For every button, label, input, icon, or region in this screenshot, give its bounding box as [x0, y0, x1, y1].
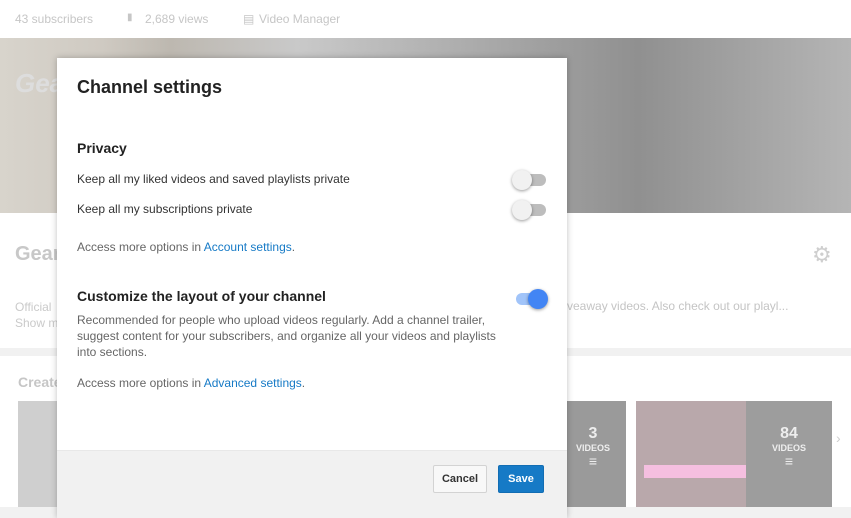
note-suffix: .	[301, 376, 306, 390]
privacy-heading: Privacy	[77, 140, 127, 156]
channel-settings-dialog: Channel settings Privacy Keep all my lik…	[57, 58, 567, 518]
playlist-icon: ≡	[784, 453, 794, 469]
video-manager-icon: ▤	[243, 12, 255, 26]
cancel-button[interactable]: Cancel	[433, 465, 487, 493]
dialog-footer: Cancel Save	[57, 450, 567, 518]
show-more-link[interactable]: Show m	[15, 315, 58, 331]
channel-description: Official Show m	[15, 299, 58, 331]
note-text: Access more options in	[77, 376, 204, 390]
liked-private-toggle[interactable]	[512, 170, 548, 190]
view-count: 2,689 views	[145, 12, 209, 26]
chevron-right-icon[interactable]: ›	[836, 430, 841, 446]
description-text: Official	[15, 300, 52, 314]
subscriber-count: 43 subscribers	[15, 12, 94, 26]
dialog-title: Channel settings	[77, 77, 223, 97]
playlist-thumbnail[interactable]	[636, 401, 746, 507]
subscriptions-private-label: Keep all my subscriptions private	[77, 202, 253, 216]
section-title: Create	[18, 374, 62, 390]
channel-description-right: veaway videos. Also check out our playl.…	[567, 299, 789, 313]
note-text: Access more options in	[77, 240, 204, 254]
videos-label: VIDEOS	[575, 443, 610, 453]
liked-private-label: Keep all my liked videos and saved playl…	[77, 172, 350, 186]
bar-chart-icon: ▮	[127, 12, 133, 23]
thumbnail-banner	[644, 465, 746, 478]
videos-label: VIDEOS	[771, 443, 806, 453]
channel-stats-bar: 43 subscribers ▮ 2,689 views ▤ Video Man…	[0, 0, 851, 38]
playlist-icon: ≡	[588, 453, 598, 469]
layout-description: Recommended for people who upload videos…	[77, 313, 496, 359]
advanced-settings-link[interactable]: Advanced settings	[204, 376, 302, 390]
account-settings-link[interactable]: Account settings	[204, 240, 292, 254]
layout-heading: Customize the layout of your channel	[77, 288, 326, 304]
customize-layout-toggle[interactable]	[512, 289, 548, 309]
channel-name: Gear	[15, 243, 61, 265]
video-count: 84	[780, 425, 798, 442]
note-suffix: .	[291, 240, 296, 254]
gear-icon[interactable]: ⚙	[812, 244, 832, 266]
advanced-settings-note: Access more options in Advanced settings…	[77, 376, 305, 390]
playlist-tile[interactable]: 3 VIDEOS ≡	[560, 401, 626, 507]
account-settings-note: Access more options in Account settings.	[77, 240, 295, 254]
playlist-tile[interactable]: 84 VIDEOS ≡	[746, 401, 832, 507]
subscriptions-private-toggle[interactable]	[512, 200, 548, 220]
video-manager-link[interactable]: Video Manager	[259, 12, 340, 26]
video-count: 3	[588, 425, 598, 442]
save-button[interactable]: Save	[498, 465, 544, 493]
